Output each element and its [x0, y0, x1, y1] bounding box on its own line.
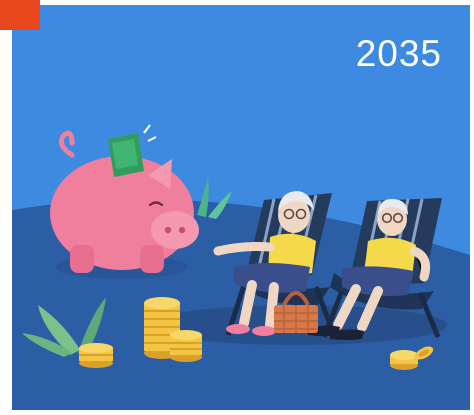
retirement-illustration: 2035	[12, 5, 470, 410]
coin-stack-icon	[79, 343, 113, 368]
coin-stack-icon	[170, 330, 202, 362]
illustration-frame: 2035	[0, 0, 474, 415]
corner-tag	[0, 0, 40, 30]
year-label: 2035	[355, 33, 442, 74]
